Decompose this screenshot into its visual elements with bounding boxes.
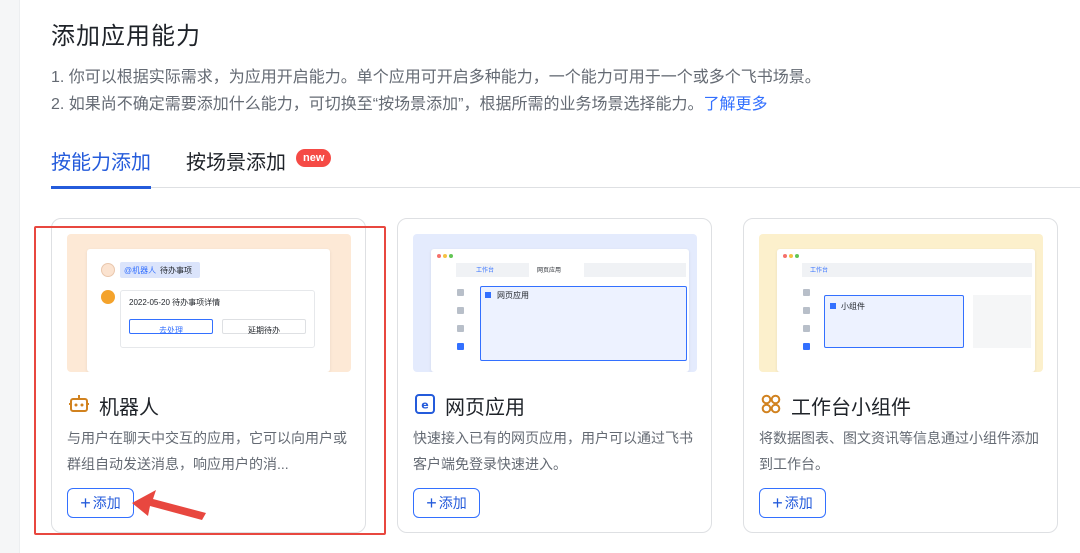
robot-icon bbox=[69, 395, 89, 412]
todo-title: 待办事项 bbox=[160, 266, 192, 275]
description-line-2-text: 2. 如果尚不确定需要添加什么能力，可切换至“按场景添加”，根据所需的业务场景选… bbox=[51, 96, 704, 113]
todo-postpone-button: 延期待办 bbox=[248, 326, 280, 335]
description-line-1: 1. 你可以根据实际需求，为应用开启能力。单个应用可开启多种能力，一个能力可用于… bbox=[51, 69, 821, 86]
bot-preview-image: @机器人 待办事项 2022-05-20 待办事项详情 去处理 延期待办 bbox=[67, 234, 351, 372]
description-line-2: 2. 如果尚不确定需要添加什么能力，可切换至“按场景添加”，根据所需的业务场景选… bbox=[51, 90, 767, 114]
widget-panel: 小组件 bbox=[824, 295, 964, 348]
add-widget-button[interactable]: + 添加 bbox=[759, 488, 826, 518]
widget-panel-label: 小组件 bbox=[841, 302, 865, 311]
todo-card: 2022-05-20 待办事项详情 去处理 延期待办 bbox=[120, 290, 315, 348]
card-description: 快速接入已有的网页应用，用户可以通过飞书客户端免登录快速进入。 bbox=[413, 430, 693, 472]
user-avatar bbox=[101, 263, 115, 277]
plus-icon: + bbox=[426, 493, 437, 513]
web-app-panel-label: 网页应用 bbox=[497, 291, 529, 300]
capability-card-bot[interactable]: @机器人 待办事项 2022-05-20 待办事项详情 去处理 延期待办 机器人… bbox=[51, 218, 366, 533]
web-app-preview-image: 工作台 网页应用 网页应用 bbox=[413, 234, 697, 372]
widget-preview-image: 工作台 小组件 bbox=[759, 234, 1043, 372]
bot-chat-mock: @机器人 待办事项 2022-05-20 待办事项详情 去处理 延期待办 bbox=[87, 249, 330, 372]
card-title: 网页应用 bbox=[445, 397, 525, 419]
mock-tab-workbench: 工作台 bbox=[476, 268, 495, 274]
tab-by-capability[interactable]: 按能力添加 bbox=[51, 146, 151, 189]
plus-icon: + bbox=[772, 493, 783, 513]
page-title: 添加应用能力 bbox=[51, 23, 201, 50]
learn-more-link[interactable]: 了解更多 bbox=[703, 96, 767, 113]
widget-icon bbox=[761, 394, 781, 414]
add-button-label: 添加 bbox=[438, 495, 467, 511]
mock-tab-web-app: 网页应用 bbox=[537, 268, 562, 274]
new-badge: new bbox=[296, 149, 332, 167]
annotation-arrow-icon bbox=[132, 490, 206, 520]
left-gutter bbox=[0, 0, 20, 553]
web-app-icon: e bbox=[415, 394, 435, 414]
bot-mention-tag: @机器人 bbox=[124, 266, 157, 275]
todo-handle-button: 去处理 bbox=[159, 326, 183, 335]
tab-by-scenario[interactable]: 按场景添加 bbox=[186, 146, 286, 175]
add-web-app-button[interactable]: + 添加 bbox=[413, 488, 480, 518]
capability-card-web-app[interactable]: 工作台 网页应用 网页应用 e 网页应用 快速接入已有的网页应用，用户可以通过飞… bbox=[397, 218, 712, 533]
capability-card-widget[interactable]: 工作台 小组件 工作台小组件 将数据图表、图文资讯等信息通过小组件添加到工作台。… bbox=[743, 218, 1058, 533]
tab-bar: 按能力添加 按场景添加 new bbox=[51, 138, 1080, 189]
bot-avatar bbox=[101, 290, 115, 304]
web-app-panel: 网页应用 bbox=[480, 286, 687, 361]
add-button-label: 添加 bbox=[92, 495, 121, 511]
widget-window-mock: 工作台 小组件 bbox=[777, 249, 1035, 372]
card-description: 将数据图表、图文资讯等信息通过小组件添加到工作台。 bbox=[759, 430, 1039, 472]
web-app-window-mock: 工作台 网页应用 网页应用 bbox=[431, 249, 689, 372]
svg-text:e: e bbox=[421, 399, 428, 412]
plus-icon: + bbox=[80, 493, 91, 513]
mock-tab-workbench: 工作台 bbox=[810, 268, 829, 274]
add-bot-button[interactable]: + 添加 bbox=[67, 488, 134, 518]
card-title: 工作台小组件 bbox=[791, 397, 911, 419]
card-description: 与用户在聊天中交互的应用，它可以向用户或群组自动发送消息，响应用户的消... bbox=[67, 430, 347, 472]
card-title: 机器人 bbox=[99, 397, 159, 419]
todo-date: 2022-05-20 待办事项详情 bbox=[129, 298, 221, 307]
add-button-label: 添加 bbox=[784, 495, 813, 511]
